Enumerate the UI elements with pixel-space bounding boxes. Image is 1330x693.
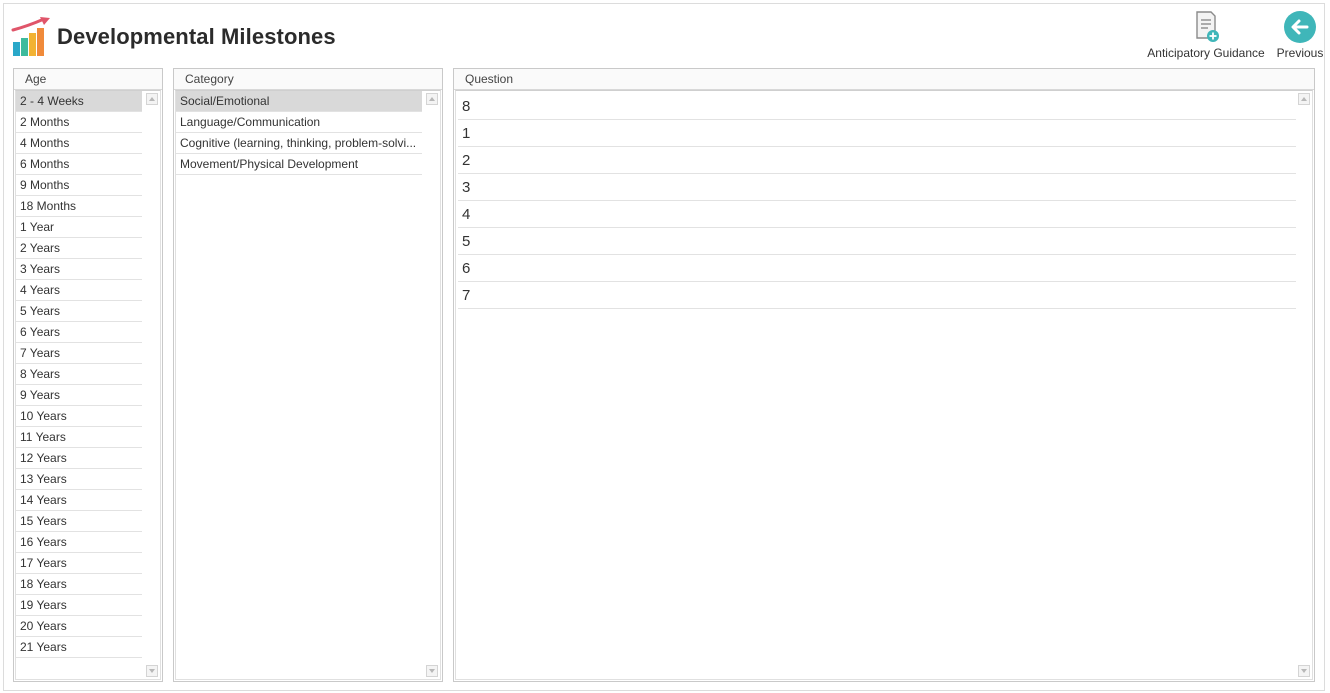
age-list-item[interactable]: 18 Months (16, 196, 142, 217)
age-list-item[interactable]: 2 - 4 Weeks (16, 91, 142, 112)
age-list-item[interactable]: 9 Years (16, 385, 142, 406)
age-list-item[interactable]: 12 Years (16, 448, 142, 469)
age-list-item[interactable]: 2 Months (16, 112, 142, 133)
bar-chart-growth-icon (10, 16, 54, 60)
category-column-header: Category (174, 69, 442, 90)
question-list-item[interactable]: 5 (458, 228, 1296, 255)
age-list-item[interactable]: 16 Years (16, 532, 142, 553)
question-column-header: Question (454, 69, 1314, 90)
age-column-header: Age (14, 69, 162, 90)
age-list-item[interactable]: 8 Years (16, 364, 142, 385)
category-list-item[interactable]: Movement/Physical Development (176, 154, 422, 175)
previous-label: Previous (1276, 46, 1324, 60)
question-list-container: 81234567 (455, 90, 1313, 680)
age-list-item[interactable]: 17 Years (16, 553, 142, 574)
scroll-up-arrow-icon[interactable] (1298, 93, 1310, 105)
age-list-item[interactable]: 10 Years (16, 406, 142, 427)
scroll-down-arrow-icon[interactable] (146, 665, 158, 677)
document-add-icon (1146, 10, 1266, 44)
category-list-container: Social/Emotional Language/Communication Co… (175, 90, 441, 680)
category-panel: Category Social/Emotional Language/Commun… (173, 68, 443, 682)
age-list-container: 2 - 4 Weeks 2 Months 4 Months 6 Months 9 Mon… (15, 90, 161, 680)
age-list-item[interactable]: 6 Months (16, 154, 142, 175)
question-list-item[interactable]: 8 (458, 93, 1296, 120)
age-list-item[interactable]: 2 Years (16, 238, 142, 259)
category-list-item[interactable]: Cognitive (learning, thinking, problem-s… (176, 133, 422, 154)
category-list: Social/Emotional Language/Communication Co… (176, 91, 422, 175)
age-panel: Age 2 - 4 Weeks 2 Months 4 Months 6 Months 9… (13, 68, 163, 682)
scroll-up-arrow-icon[interactable] (426, 93, 438, 105)
age-list-item[interactable]: 14 Years (16, 490, 142, 511)
age-list-item[interactable]: 19 Years (16, 595, 142, 616)
age-list-item[interactable]: 21 Years (16, 637, 142, 658)
age-list-item[interactable]: 1 Year (16, 217, 142, 238)
category-list-item[interactable]: Social/Emotional (176, 91, 422, 112)
question-panel: Question 81234567 (453, 68, 1315, 682)
scroll-down-arrow-icon[interactable] (426, 665, 438, 677)
question-list-item[interactable]: 4 (458, 201, 1296, 228)
question-list-item[interactable]: 2 (458, 147, 1296, 174)
age-list-item[interactable]: 4 Years (16, 280, 142, 301)
question-list: 81234567 (458, 93, 1296, 309)
age-list-item[interactable]: 6 Years (16, 322, 142, 343)
age-list-item[interactable]: 3 Years (16, 259, 142, 280)
category-scrollbar[interactable] (424, 91, 440, 679)
age-list-item[interactable]: 15 Years (16, 511, 142, 532)
age-list-item[interactable]: 18 Years (16, 574, 142, 595)
page-title: Developmental Milestones (57, 24, 336, 49)
age-list-item[interactable]: 7 Years (16, 343, 142, 364)
age-list: 2 - 4 Weeks 2 Months 4 Months 6 Months 9 Mon… (16, 91, 142, 658)
scroll-down-arrow-icon[interactable] (1298, 665, 1310, 677)
question-scrollbar[interactable] (1296, 91, 1312, 679)
age-list-item[interactable]: 4 Months (16, 133, 142, 154)
question-list-item[interactable]: 7 (458, 282, 1296, 309)
anticipatory-guidance-label: Anticipatory Guidance (1147, 46, 1265, 60)
question-list-item[interactable]: 6 (458, 255, 1296, 282)
question-list-item[interactable]: 1 (458, 120, 1296, 147)
age-list-item[interactable]: 11 Years (16, 427, 142, 448)
age-list-item[interactable]: 9 Months (16, 175, 142, 196)
age-list-item[interactable]: 20 Years (16, 616, 142, 637)
age-list-item[interactable]: 5 Years (16, 301, 142, 322)
scroll-up-arrow-icon[interactable] (146, 93, 158, 105)
anticipatory-guidance-button[interactable]: Anticipatory Guidance (1146, 10, 1266, 60)
age-scrollbar[interactable] (144, 91, 160, 679)
age-list-item[interactable]: 13 Years (16, 469, 142, 490)
question-list-item[interactable]: 3 (458, 174, 1296, 201)
previous-button[interactable]: Previous (1274, 10, 1326, 60)
category-list-item[interactable]: Language/Communication (176, 112, 422, 133)
back-arrow-icon (1274, 10, 1326, 44)
